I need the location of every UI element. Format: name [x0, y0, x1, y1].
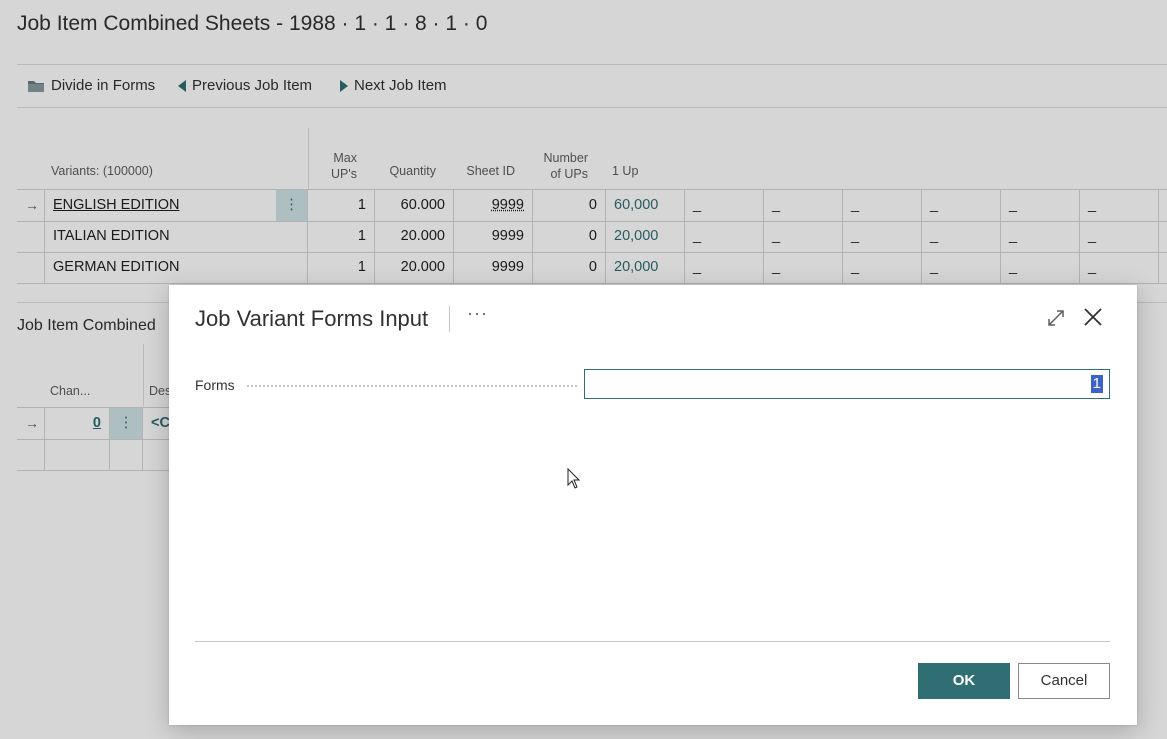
dialog-title: Job Variant Forms Input: [195, 306, 429, 331]
forms-input[interactable]: 1: [584, 369, 1110, 399]
ok-button[interactable]: OK: [918, 663, 1010, 699]
more-options-icon[interactable]: ···: [467, 303, 488, 324]
field-leader-dots: [247, 385, 577, 387]
job-variant-forms-input-dialog: Job Variant Forms Input ··· Forms 1 OK C…: [169, 285, 1137, 725]
mouse-cursor-icon: [567, 468, 581, 489]
title-separator: [449, 306, 450, 332]
close-icon[interactable]: [1082, 306, 1104, 328]
forms-label: Forms: [195, 377, 235, 393]
cancel-button[interactable]: Cancel: [1018, 663, 1110, 699]
expand-icon[interactable]: [1045, 307, 1067, 329]
footer-divider: [195, 641, 1110, 642]
forms-input-value[interactable]: 1: [1090, 375, 1103, 393]
